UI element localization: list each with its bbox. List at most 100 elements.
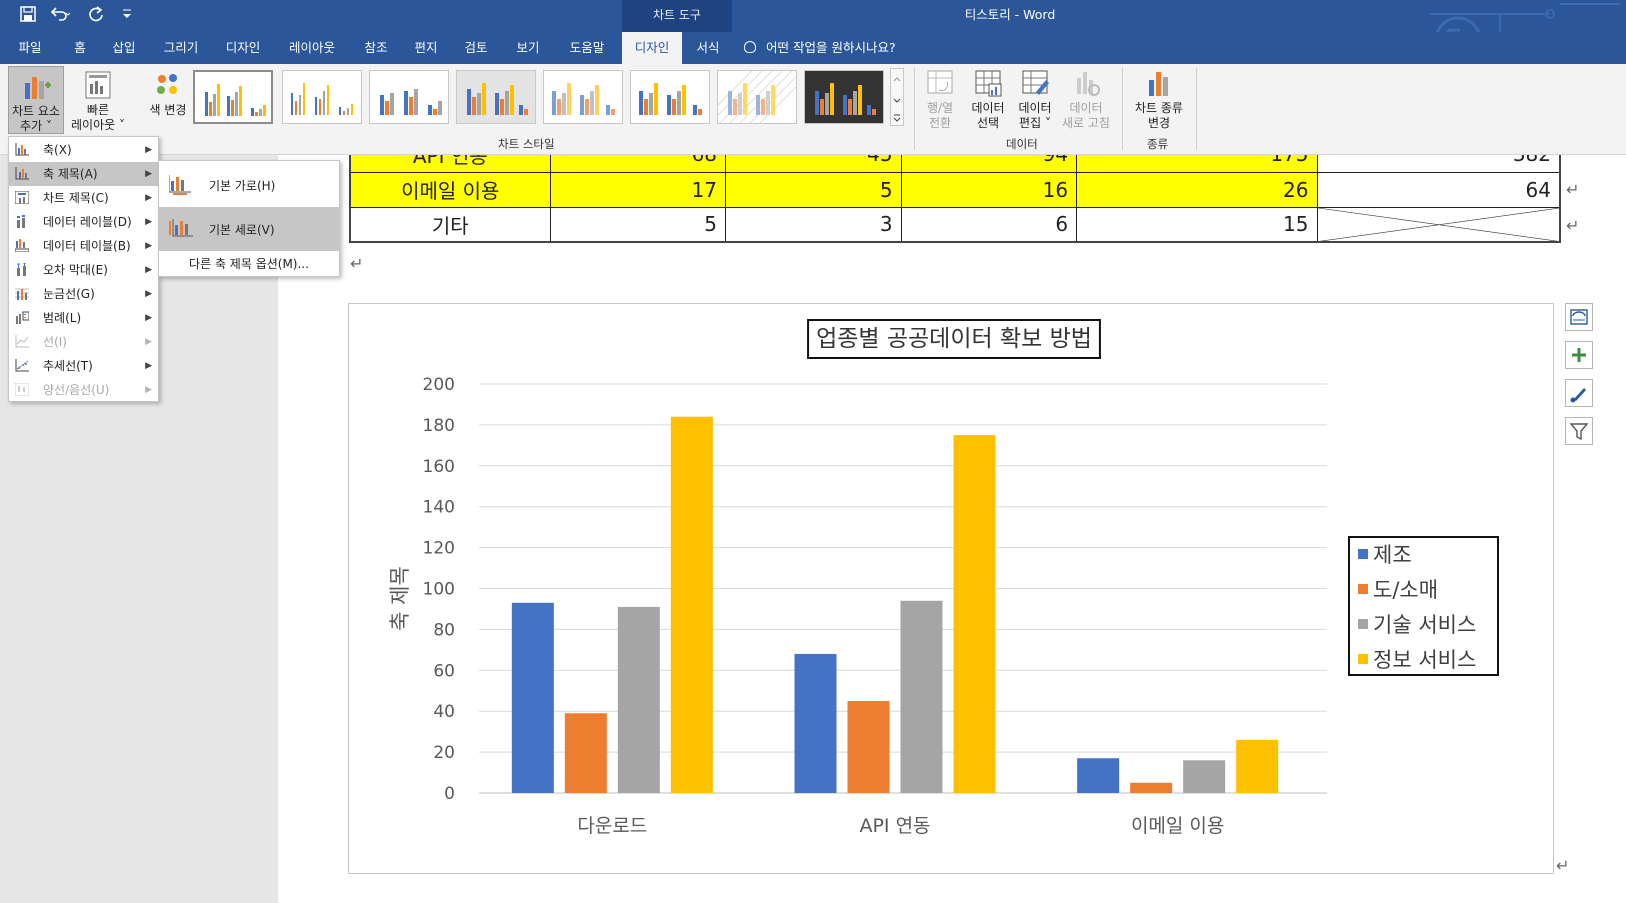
menu-item-chart-title[interactable]: 차트 제목(C) ▶ [9,186,158,210]
change-chart-type-button[interactable]: 차트 종류 변경 [1128,68,1190,131]
edit-data-button[interactable]: 데이터 편집 ˅ [1012,68,1058,131]
change-colors-button[interactable]: 색 변경 [142,66,194,118]
group-separator [1122,68,1123,150]
primary-vertical-axis-title-icon [169,219,193,237]
bar-1-3 [1077,758,1120,793]
add-chart-element-menu: 축(X) ▶ 축 제목(A) ▶ 차트 제목(C) ▶ 데이터 레이블(D) ▶ 데이터… [8,136,159,402]
tab-insert[interactable]: 삽입 [108,32,140,64]
tab-mailings[interactable]: 편지 [412,32,440,64]
primary-horizontal-axis-title-icon [169,175,191,195]
legend-label: 제조 [1373,543,1412,567]
tab-home[interactable]: 홈 [70,32,90,64]
tell-me-search[interactable]: 어떤 작업을 원하시나요? [744,32,896,64]
chart-elements-button[interactable] [1565,341,1593,369]
table-cell: 5 [549,206,727,243]
submenu-primary-vertical[interactable]: 기본 세로(V) [159,207,339,251]
y-tick-label: 120 [423,539,455,559]
bar-chart[interactable]: 업종별 공공데이터 확보 방법 0 20 40 60 80 100 120 140 160 180 2… [349,304,1555,875]
chart-style-3[interactable] [369,70,449,124]
tell-me-text: 어떤 작업을 원하시나요? [766,40,896,55]
chart-style-8[interactable] [804,70,884,124]
tab-review[interactable]: 검토 [462,32,490,64]
data-table-viewport: API 연동 68 45 94 175 382 이메일 이용 17 5 16 2… [349,155,1563,245]
chart-styles-button[interactable] [1565,379,1593,407]
edit-data-label2: 편집 ˅ [1019,116,1051,130]
select-data-label1: 데이터 [971,101,1005,115]
menu-item-gridlines[interactable]: 눈금선(G) ▶ [9,282,158,306]
data-table[interactable]: API 연동 68 45 94 175 382 이메일 이용 17 5 16 2… [349,155,1561,243]
legend-swatch [1358,654,1368,664]
filter-icon [1569,423,1589,441]
table-row-label: 이메일 이용 [349,171,551,208]
menu-item-trendline[interactable]: 추세선(T) ▶ [9,354,158,378]
tab-help[interactable]: 도움말 [566,32,608,64]
chart-style-4[interactable] [456,70,536,124]
legend-label: 기술 서비스 [1373,613,1476,637]
error-bars-icon [17,263,26,276]
menu-item-up-down-bars[interactable]: 양선/음선(U) ▶ [9,378,158,402]
refresh-data-label1: 데이터 [1069,101,1103,115]
submenu-primary-horizontal[interactable]: 기본 가로(H) [159,165,339,205]
paragraph-mark: ↵ [1556,856,1570,875]
menu-item-label: 오차 막대(E) [43,263,108,277]
ribbon: 차트 요소 추가 ˅ 빠른 레이아웃 ˅ 색 변경 차트 스타일 행/열 전환 … [0,64,1626,155]
y-tick-label: 0 [444,784,455,804]
y-axis-title: 축 제목 [388,566,412,631]
submenu-item-label: 기본 세로(V) [209,223,275,237]
menu-item-lines[interactable]: 선(I) ▶ [9,330,158,354]
save-icon[interactable] [20,6,36,26]
table-cell: 45 [725,155,902,173]
paragraph-mark: ↵ [1566,216,1580,235]
chart-filters-button[interactable] [1565,417,1593,445]
quick-layout-label1: 빠른 [86,103,110,117]
tab-references[interactable]: 참조 [362,32,390,64]
chart-title-icon [15,191,29,204]
select-data-button[interactable]: 데이터 선택 [966,68,1010,131]
up-down-bars-icon [15,383,29,396]
tab-chart-design[interactable]: 디자인 [622,32,682,64]
menu-item-data-labels[interactable]: 데이터 레이블(D) ▶ [9,210,158,234]
chart-style-1[interactable] [193,70,273,124]
table-cell: 5 [725,171,902,208]
chart-style-7[interactable] [717,70,797,124]
menu-item-error-bars[interactable]: 오차 막대(E) ▶ [9,258,158,282]
table-cell: 68 [549,155,727,173]
chart-style-gallery-scroll[interactable] [890,68,904,126]
type-group-label: 종류 [1147,137,1169,151]
menu-item-legend[interactable]: 범례(L) ▶ [9,306,158,330]
window-title: 티스토리 - Word [964,7,1056,22]
tab-layout[interactable]: 레이아웃 [284,32,340,64]
bar-4-3 [1236,739,1279,793]
menu-item-axis-titles[interactable]: 축 제목(A) ▶ [9,162,158,186]
y-tick-label: 160 [423,457,455,477]
chart-area[interactable]: 업종별 공공데이터 확보 방법 0 20 40 60 80 100 120 140 160 180 2… [348,303,1554,874]
table-cell: 6 [900,206,1078,243]
chart-style-5[interactable] [543,70,623,124]
select-data-icon [973,68,1003,98]
undo-icon[interactable] [50,6,72,26]
tab-draw[interactable]: 그리기 [160,32,202,64]
chart-style-2[interactable] [282,70,362,124]
add-chart-element-button[interactable]: 차트 요소 추가 ˅ [8,66,64,134]
refresh-data-button[interactable]: 데이터 새로 고침 [1058,68,1114,131]
tab-design-doc[interactable]: 디자인 [222,32,264,64]
tab-view[interactable]: 보기 [514,32,542,64]
more-axis-title-options[interactable]: 다른 축 제목 옵션(M)... [159,253,339,275]
menu-item-axes[interactable]: 축(X) ▶ [9,138,158,162]
tab-file[interactable]: 파일 [14,32,46,64]
quick-layout-button[interactable]: 빠른 레이아웃 ˅ [66,66,130,133]
tab-format[interactable]: 서식 [694,32,722,64]
x-tick-label: 이메일 이용 [1131,815,1224,837]
refresh-data-icon [1071,68,1101,98]
menu-item-data-table[interactable]: 데이터 테이블(B) ▶ [9,234,158,258]
customize-toolbar-icon[interactable] [122,8,132,23]
x-tick-label: API 연동 [859,815,930,837]
legend-swatch [1358,549,1368,559]
layout-options-button[interactable] [1565,303,1593,331]
table-row-label: API 연동 [349,155,551,173]
switch-row-column-button[interactable]: 행/열 전환 [918,68,962,131]
bar-3-3 [1183,760,1226,793]
redo-icon[interactable] [88,6,104,26]
change-chart-type-label1: 차트 종류 [1135,101,1183,115]
chart-style-6[interactable] [630,70,710,124]
